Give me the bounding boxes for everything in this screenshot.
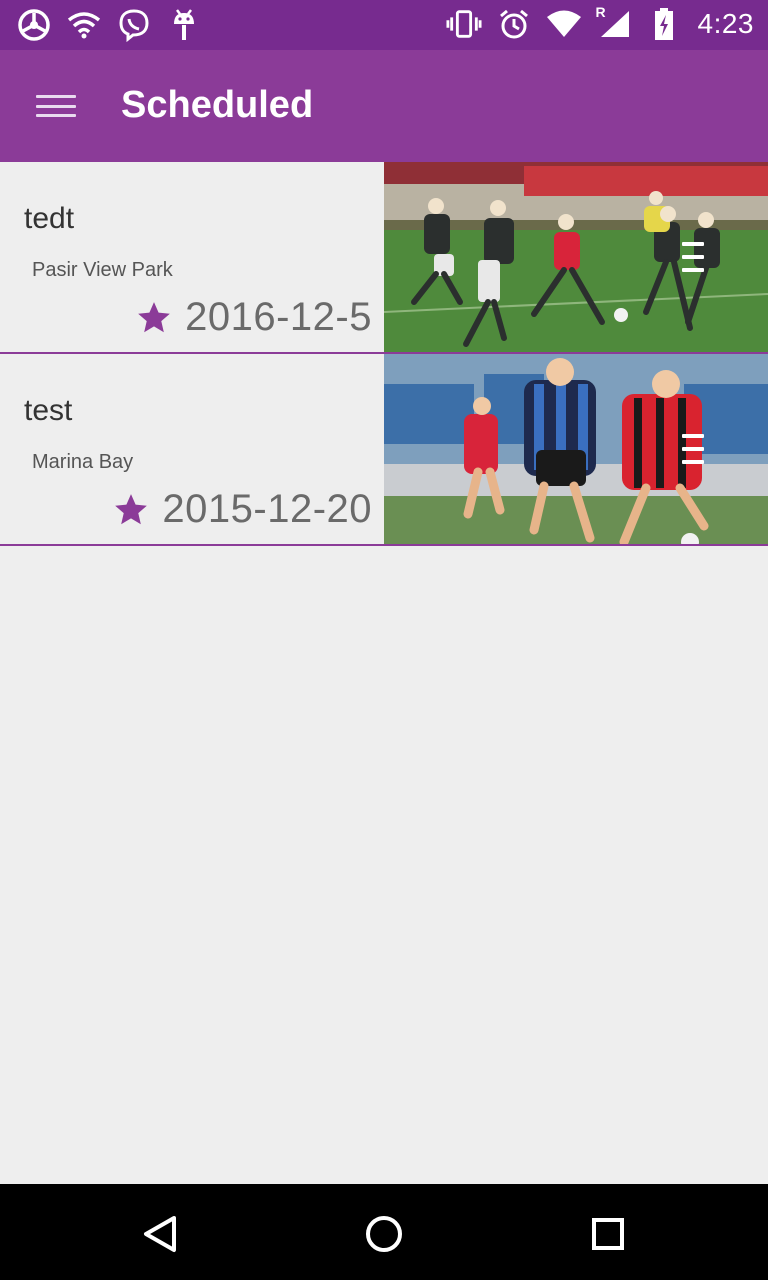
wifi-signal-icon — [546, 6, 582, 42]
app-bar: Scheduled — [0, 50, 768, 162]
event-location: Marina Bay — [32, 451, 134, 473]
event-thumbnail — [384, 162, 768, 352]
scheduled-list: tedt Pasir View Park 2016-12-5 test Mari… — [0, 162, 768, 546]
status-bar: R 4:23 — [0, 0, 768, 50]
navigation-bar — [0, 1184, 768, 1280]
recents-icon[interactable] — [586, 1212, 630, 1256]
event-date-group: 2016-12-5 — [135, 295, 372, 340]
hamburger-menu-icon[interactable] — [28, 86, 84, 126]
drag-handle-icon[interactable] — [682, 434, 704, 464]
event-thumbnail — [384, 354, 768, 544]
list-item[interactable]: test Marina Bay 2015-12-20 — [0, 354, 768, 546]
star-icon[interactable] — [135, 299, 173, 337]
back-icon[interactable] — [138, 1212, 182, 1256]
cell-signal-roaming-icon: R — [595, 4, 632, 42]
page-title: Scheduled — [121, 84, 314, 126]
roaming-label: R — [595, 4, 606, 20]
event-date-group: 2015-12-20 — [112, 487, 372, 532]
battery-charging-icon — [646, 6, 682, 42]
list-item[interactable]: tedt Pasir View Park 2016-12-5 — [0, 162, 768, 354]
status-clock: 4:23 — [697, 8, 754, 39]
alarm-icon — [496, 6, 532, 42]
wifi-icon — [66, 7, 102, 43]
event-date: 2016-12-5 — [185, 295, 372, 339]
drag-handle-icon[interactable] — [682, 242, 704, 272]
event-date: 2015-12-20 — [162, 487, 372, 531]
android-debug-icon — [166, 7, 202, 43]
event-title: test — [24, 394, 73, 427]
event-location: Pasir View Park — [32, 259, 173, 281]
viber-icon — [116, 7, 152, 43]
vibrate-icon — [445, 6, 482, 42]
event-title: tedt — [24, 202, 75, 235]
home-icon[interactable] — [362, 1212, 406, 1256]
steering-wheel-icon — [16, 7, 52, 43]
star-icon[interactable] — [112, 491, 150, 529]
